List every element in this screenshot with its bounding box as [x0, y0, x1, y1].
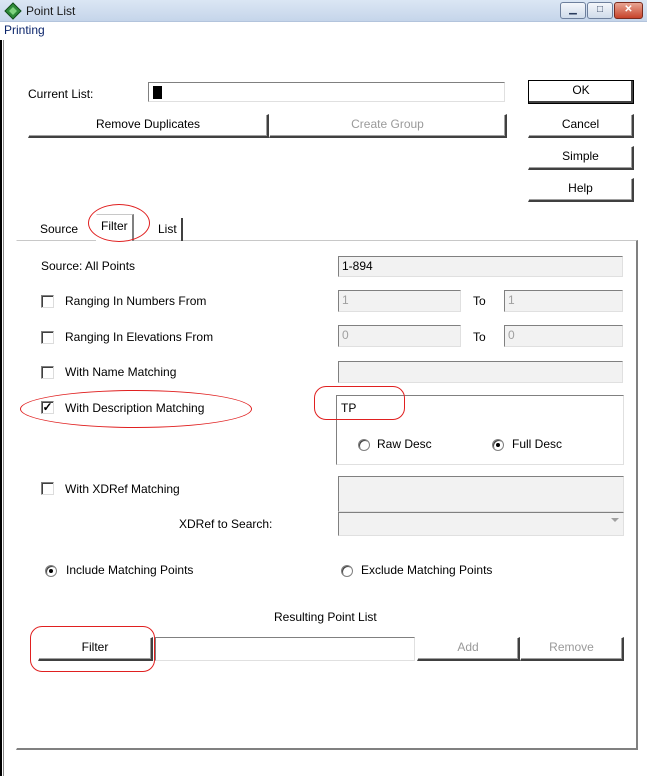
chevron-down-icon — [611, 518, 619, 522]
cancel-button[interactable]: Cancel — [528, 114, 634, 138]
tab-source[interactable]: Source — [36, 218, 82, 241]
current-list-label: Current List: — [28, 87, 94, 101]
name-matching-field[interactable] — [338, 361, 623, 383]
ok-button[interactable]: OK — [528, 80, 634, 104]
filter-button[interactable]: Filter — [38, 637, 153, 661]
title-bar: Point List ▁ □ ✕ — [0, 0, 647, 22]
name-matching-checkbox[interactable] — [41, 366, 54, 379]
ranging-elevations-to-label: To — [473, 330, 486, 344]
window-title: Point List — [26, 4, 76, 18]
ranging-numbers-checkbox[interactable] — [41, 295, 54, 308]
ranging-elevations-label: Ranging In Elevations From — [65, 330, 214, 344]
ranging-elevations-to-field[interactable]: 0 — [504, 325, 623, 347]
source-label: Source: All Points — [41, 259, 136, 273]
full-desc-label: Full Desc — [512, 437, 563, 451]
xdref-matching-label: With XDRef Matching — [65, 482, 180, 496]
menu-printing[interactable]: Printing — [4, 23, 45, 37]
exclude-matching-label: Exclude Matching Points — [361, 563, 493, 577]
window-inner-border — [3, 40, 4, 776]
source-value-field: 1-894 — [338, 256, 623, 277]
name-matching-label: With Name Matching — [65, 365, 177, 379]
description-matching-field[interactable]: TP — [338, 397, 622, 421]
tab-list[interactable]: List — [154, 218, 183, 241]
text-cursor — [153, 86, 162, 99]
maximize-button[interactable]: □ — [587, 2, 613, 19]
xdref-search-dropdown[interactable] — [338, 512, 624, 536]
tab-filter[interactable]: Filter — [96, 214, 134, 241]
ranging-elevations-checkbox[interactable] — [41, 331, 54, 344]
window-left-border — [0, 40, 2, 776]
ranging-numbers-to-label: To — [473, 294, 486, 308]
add-button[interactable]: Add — [417, 637, 520, 661]
current-list-input[interactable] — [148, 82, 505, 102]
remove-button[interactable]: Remove — [520, 637, 624, 661]
include-matching-label: Include Matching Points — [66, 563, 194, 577]
ranging-numbers-label: Ranging In Numbers From — [65, 294, 207, 308]
divider-2 — [18, 590, 636, 591]
ranging-numbers-from-field[interactable]: 1 — [338, 290, 461, 312]
xdref-search-label: XDRef to Search: — [179, 517, 273, 531]
xdref-matching-field[interactable] — [338, 476, 624, 512]
help-button[interactable]: Help — [528, 178, 634, 202]
divider-1 — [18, 550, 636, 551]
full-desc-radio[interactable] — [492, 439, 504, 451]
include-matching-radio[interactable] — [45, 565, 57, 577]
raw-desc-radio[interactable] — [358, 439, 370, 451]
remove-duplicates-button[interactable]: Remove Duplicates — [28, 114, 269, 138]
raw-desc-label: Raw Desc — [377, 437, 432, 451]
ranging-numbers-to-field[interactable]: 1 — [504, 290, 623, 312]
ranging-elevations-from-field[interactable]: 0 — [338, 325, 461, 347]
result-list-field[interactable] — [155, 637, 415, 661]
simple-button[interactable]: Simple — [528, 146, 634, 170]
menu-bar: Printing — [0, 22, 647, 40]
resulting-point-list-label: Resulting Point List — [274, 610, 377, 624]
exclude-matching-radio[interactable] — [341, 565, 353, 577]
xdref-matching-checkbox[interactable] — [41, 482, 54, 495]
close-button[interactable]: ✕ — [614, 2, 643, 19]
description-matching-label: With Description Matching — [65, 401, 205, 415]
description-matching-checkbox[interactable]: ✓ — [41, 401, 54, 414]
app-icon — [4, 2, 22, 20]
minimize-button[interactable]: ▁ — [560, 2, 586, 19]
create-group-button[interactable]: Create Group — [269, 114, 507, 138]
